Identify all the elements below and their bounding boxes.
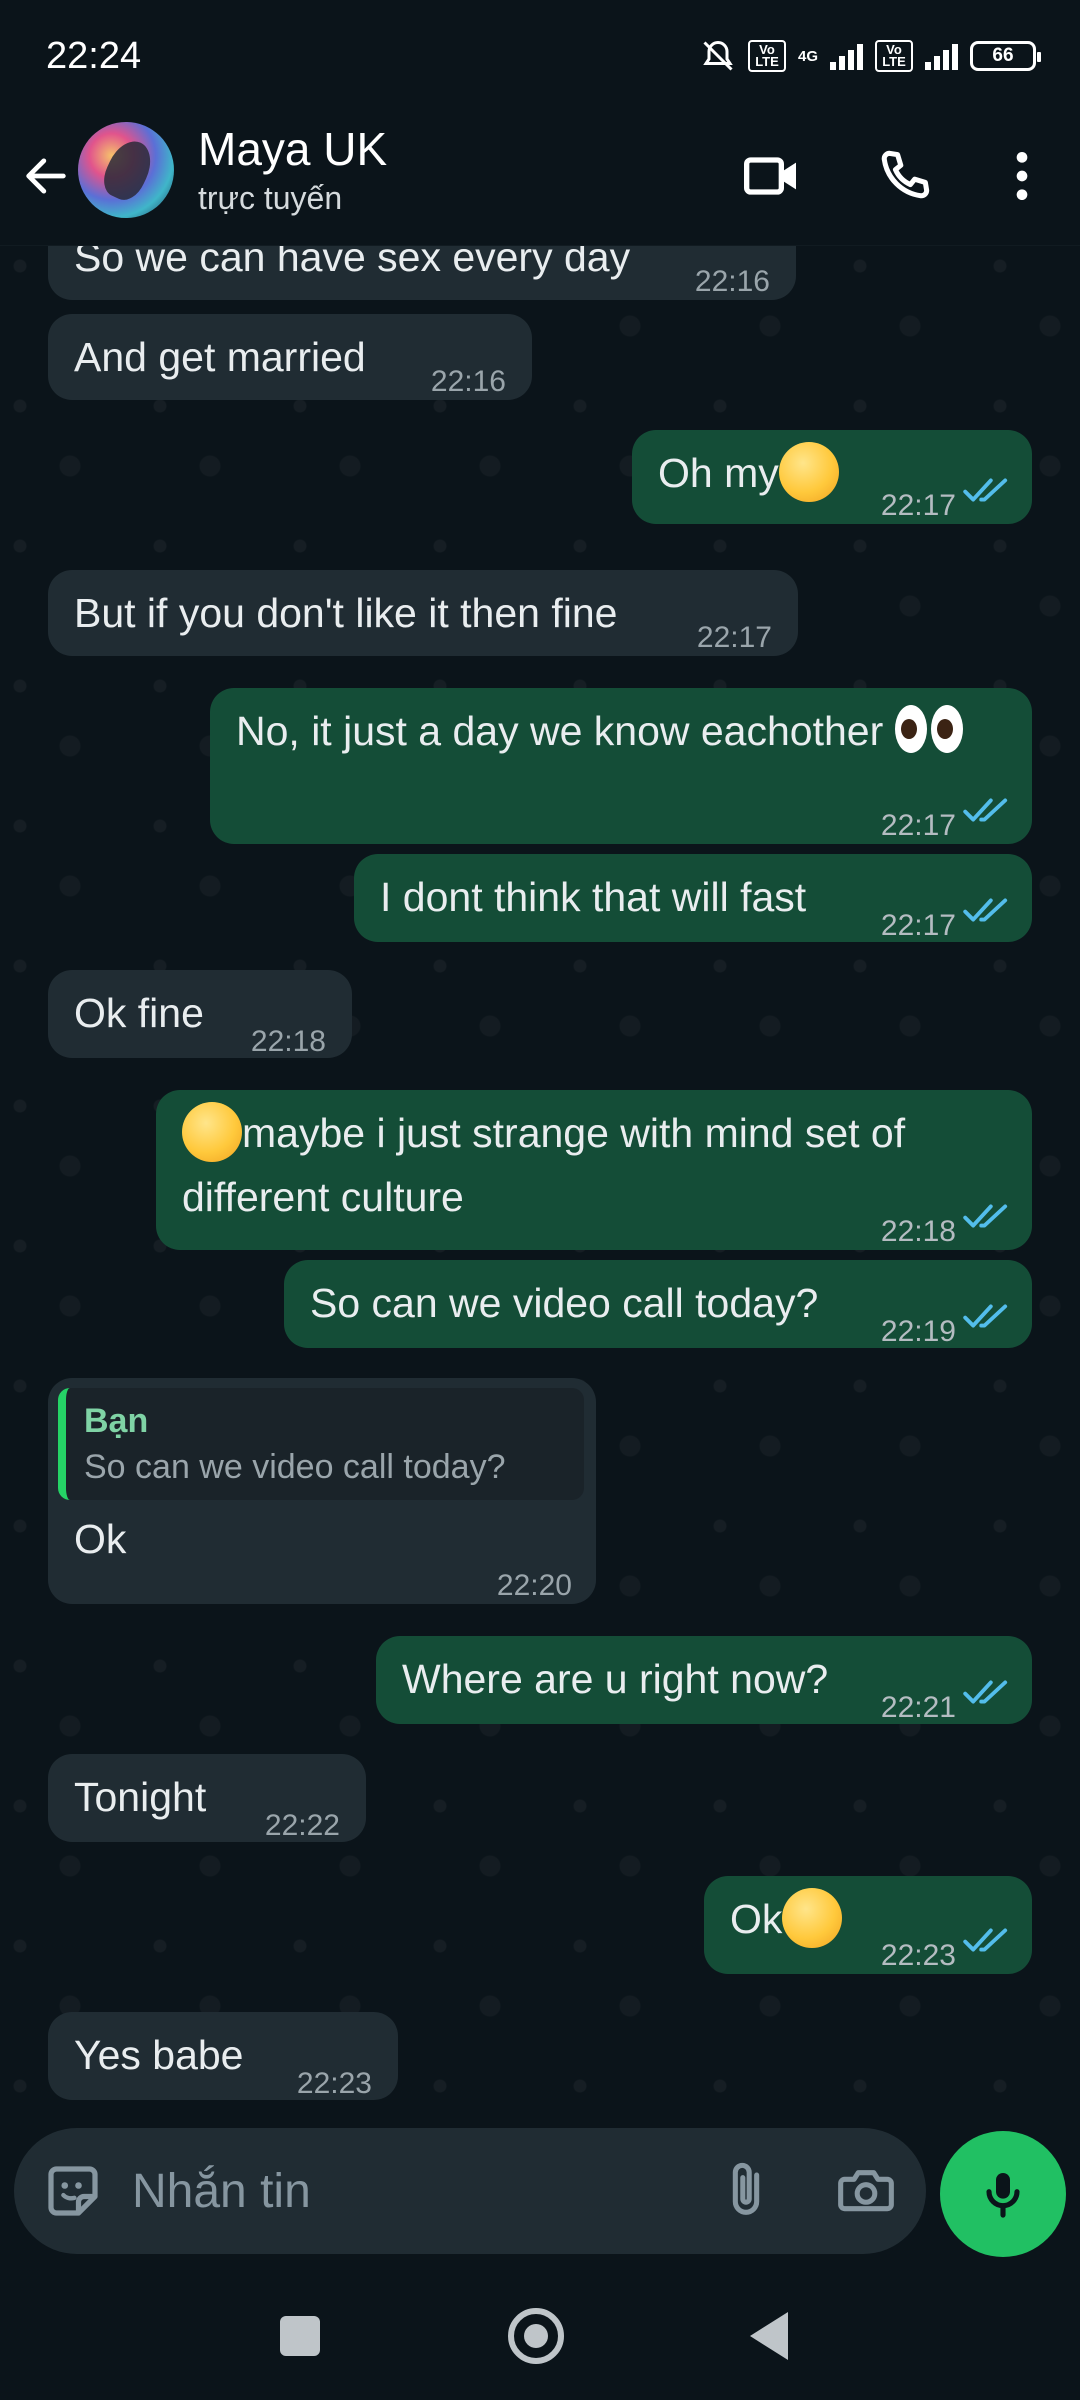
contact-name[interactable]: Maya UK (198, 122, 387, 176)
message-outgoing[interactable]: So can we video call today? 22:19 (284, 1260, 1032, 1348)
quoted-sender: Bạn (84, 1402, 149, 1440)
message-text: Ok (730, 1896, 783, 1942)
savoring-food-emoji (778, 442, 839, 503)
message-text: So can we video call today? (310, 1280, 819, 1326)
message-time: 22:23 (880, 1939, 956, 1972)
message-outgoing[interactable]: maybe i just strange with mind set of di… (156, 1090, 1032, 1250)
message-incoming[interactable]: Ok fine 22:18 (48, 970, 352, 1058)
message-time: 22:22 (264, 1809, 340, 1842)
message-text-line1: maybe i just strange with mind set of (242, 1110, 906, 1156)
status-indicators: Vo LTE 4G Vo LTE 66 (700, 38, 1041, 74)
sticker-emoji-icon[interactable] (40, 2158, 106, 2224)
message-outgoing[interactable]: I dont think that will fast 22:17 (354, 854, 1032, 942)
message-text: So we can have sex every day (74, 246, 631, 280)
message-time: 22:18 (250, 1025, 326, 1058)
message-text: No, it just a day we know eachother (236, 708, 884, 754)
read-receipt-icon (963, 1928, 1008, 1952)
message-time: 22:20 (496, 1569, 572, 1602)
message-text: Tonight (74, 1774, 207, 1820)
read-receipt-icon (963, 1304, 1008, 1328)
message-text: Oh my (658, 450, 779, 496)
message-incoming[interactable]: Tonight 22:22 (48, 1754, 366, 1842)
message-incoming[interactable]: Yes babe 22:23 (48, 2012, 398, 2100)
message-time: 22:23 (296, 2067, 372, 2100)
signal-icon-2 (925, 42, 958, 70)
chat-header: Maya UK trực tuyến (0, 112, 1080, 246)
eyes-emoji (894, 705, 965, 755)
network-type: 4G (797, 47, 818, 65)
quoted-text: So can we video call today? (84, 1448, 506, 1486)
read-receipt-icon (963, 1680, 1008, 1704)
message-list[interactable]: So we can have sex every day 22:16 And g… (0, 246, 1080, 2116)
message-outgoing[interactable]: Ok 22:23 (704, 1876, 1032, 1974)
message-time: 22:17 (880, 809, 956, 842)
message-incoming[interactable]: And get married 22:16 (48, 314, 532, 400)
signal-icon (830, 42, 863, 70)
recent-apps-icon[interactable] (280, 2316, 320, 2356)
message-text-line2: different culture (182, 1174, 464, 1221)
message-time: 22:17 (696, 621, 772, 654)
message-outgoing[interactable]: Oh my 22:17 (632, 430, 1032, 524)
battery-level: 66 (992, 45, 1014, 66)
message-composer (14, 2128, 926, 2254)
contact-status: trực tuyến (198, 180, 343, 216)
voice-message-button[interactable] (940, 2131, 1066, 2257)
microphone-icon (986, 2173, 1020, 2218)
message-time: 22:21 (880, 1691, 956, 1724)
volte-badge: Vo LTE (747, 40, 786, 72)
more-options-icon[interactable] (990, 144, 1054, 208)
message-outgoing[interactable]: Where are u right now? 22:21 (376, 1636, 1032, 1724)
message-incoming[interactable]: So we can have sex every day 22:16 (48, 246, 796, 300)
message-incoming[interactable]: But if you don't like it then fine 22:17 (48, 570, 798, 656)
message-time: 22:18 (880, 1215, 956, 1248)
battery-icon: 66 (970, 41, 1041, 71)
message-time: 22:16 (430, 365, 506, 398)
message-time: 22:17 (880, 909, 956, 942)
message-text: Yes babe (74, 2032, 244, 2078)
message-time: 22:17 (880, 489, 956, 522)
system-navigation-bar (0, 2270, 1080, 2400)
bell-muted-icon (703, 40, 733, 71)
upside-down-face-emoji (782, 1888, 843, 1949)
message-time: 22:19 (880, 1315, 956, 1348)
thinking-face-emoji (182, 1102, 242, 1163)
message-text: And get married (74, 334, 366, 380)
back-arrow-icon[interactable] (20, 150, 72, 202)
read-receipt-icon (963, 798, 1008, 822)
message-text: I dont think that will fast (380, 874, 807, 920)
message-text: Ok (74, 1516, 127, 1562)
read-receipt-icon (963, 898, 1008, 922)
message-outgoing[interactable]: No, it just a day we know eachother 22:1… (210, 688, 1032, 844)
system-back-icon[interactable] (750, 2312, 788, 2360)
phone-icon[interactable] (872, 144, 936, 208)
message-text: But if you don't like it then fine (74, 590, 618, 636)
status-bar: 22:24 Vo LTE 4G Vo LTE 66 (0, 0, 1080, 112)
message-time: 22:16 (694, 265, 770, 298)
read-receipt-icon (963, 1204, 1008, 1228)
home-icon[interactable] (508, 2308, 564, 2364)
avatar[interactable] (78, 122, 174, 218)
quoted-message[interactable]: Bạn So can we video call today? (58, 1388, 584, 1500)
read-receipt-icon (963, 478, 1008, 502)
volte-badge-2: Vo LTE (875, 40, 913, 72)
status-time: 22:24 (46, 34, 142, 77)
paperclip-icon[interactable] (714, 2156, 778, 2226)
camera-icon[interactable] (832, 2158, 900, 2222)
message-text: Ok fine (74, 990, 204, 1036)
message-incoming-reply[interactable]: Bạn So can we video call today? Ok 22:20 (48, 1378, 596, 1604)
message-text: Where are u right now? (402, 1656, 829, 1702)
message-input[interactable] (132, 2158, 692, 2224)
video-call-icon[interactable] (740, 144, 804, 208)
